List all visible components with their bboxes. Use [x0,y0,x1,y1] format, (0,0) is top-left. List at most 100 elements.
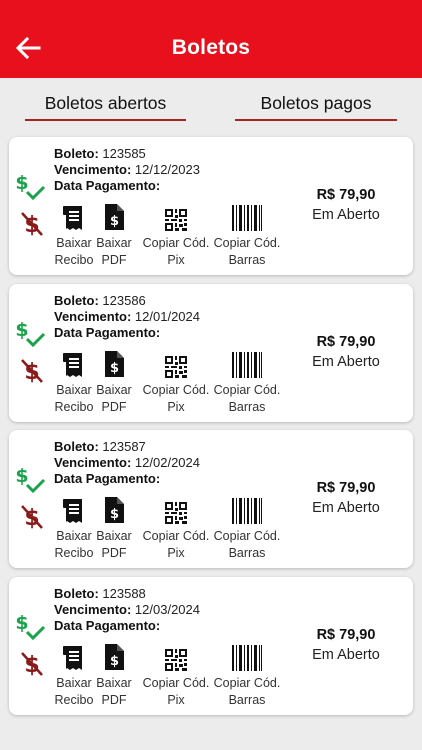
action-label-line2: Pix [167,692,185,707]
tab-boletos-abertos[interactable]: Boletos abertos [25,93,186,121]
action-label-line1: Baixar [96,383,132,397]
action-label-line2: Pix [167,399,185,414]
action-label-line1: Baixar [56,236,92,250]
baixar-pdf-button[interactable]: $ Baixar PDF [95,203,133,268]
amount: R$ 79,90 [316,187,376,203]
copiar-barras-button[interactable]: Copiar Cód. Barras [211,496,283,561]
status-text: Em Aberto [312,354,380,370]
action-label-line2: Pix [167,252,185,267]
svg-text:$: $ [16,172,29,194]
receipt-icon [51,203,97,231]
action-label-line2: PDF [101,399,127,414]
action-label-line2: Barras [228,399,266,414]
svg-text:$: $ [16,319,29,341]
svg-text:$: $ [110,507,119,522]
action-label-line1: Copiar Cód. [142,529,210,543]
copiar-pix-button[interactable]: Copiar Cód. Pix [140,203,212,268]
action-label-line2: Pix [167,545,185,560]
paid-status-icon: $ [15,319,46,349]
qr-code-icon [140,643,212,671]
svg-text:$: $ [16,465,29,487]
amount: R$ 79,90 [316,334,376,350]
copiar-barras-button[interactable]: Copiar Cód. Barras [211,643,283,708]
action-label-line2: Recibo [54,545,94,560]
action-label-line1: Baixar [56,676,92,690]
baixar-pdf-button[interactable]: $ Baixar PDF [95,496,133,561]
boleto-card: $ $ Boleto: 123587Vencimento: 12/02/2024Da… [9,430,413,568]
action-label-line1: Copiar Cód. [213,529,281,543]
action-label-line1: Baixar [56,383,92,397]
paid-status-icon: $ [15,465,46,495]
baixar-recibo-button[interactable]: Baixar Recibo [51,496,97,561]
action-label-line2: Recibo [54,692,94,707]
payment-date: Data Pagamento: [54,178,161,193]
page-title: Boletos [171,36,251,59]
status-text: Em Aberto [312,647,380,663]
unpaid-status-icon: $ [19,357,45,385]
action-label-line1: Baixar [96,236,132,250]
due-date: Vencimento: 12/03/2024 [54,602,200,617]
pdf-dollar-icon: $ [95,496,133,524]
action-label-line2: Recibo [54,252,94,267]
unpaid-status-icon: $ [19,650,45,678]
due-date: Vencimento: 12/12/2023 [54,162,200,177]
action-label-line1: Copiar Cód. [213,236,281,250]
boleto-number: Boleto: 123586 [54,293,146,308]
due-date: Vencimento: 12/01/2024 [54,309,200,324]
boleto-value: R$ 79,90 Em Aberto [291,627,401,663]
qr-code-icon [140,496,212,524]
action-label-line2: Barras [228,692,266,707]
action-label-line2: PDF [101,545,127,560]
svg-text:$: $ [110,214,119,229]
action-label-line2: Barras [228,252,266,267]
action-label-line1: Baixar [56,529,92,543]
copiar-pix-button[interactable]: Copiar Cód. Pix [140,643,212,708]
pdf-dollar-icon: $ [95,350,133,378]
copiar-barras-button[interactable]: Copiar Cód. Barras [211,350,283,415]
boleto-value: R$ 79,90 Em Aberto [291,187,401,223]
baixar-recibo-button[interactable]: Baixar Recibo [51,350,97,415]
pdf-dollar-icon: $ [95,643,133,671]
action-label-line1: Baixar [96,529,132,543]
action-label-line1: Copiar Cód. [142,383,210,397]
boleto-number: Boleto: 123587 [54,439,146,454]
svg-text:$: $ [110,654,119,669]
baixar-recibo-button[interactable]: Baixar Recibo [51,643,97,708]
barcode-icon [211,496,283,524]
baixar-pdf-button[interactable]: $ Baixar PDF [95,350,133,415]
copiar-barras-button[interactable]: Copiar Cód. Barras [211,203,283,268]
action-label-line2: PDF [101,692,127,707]
receipt-icon [51,643,97,671]
action-label-line1: Copiar Cód. [142,676,210,690]
action-label-line2: Recibo [54,399,94,414]
svg-text:$: $ [16,612,29,634]
action-label-line2: Barras [228,545,266,560]
tab-boletos-pagos[interactable]: Boletos pagos [235,93,397,121]
boleto-value: R$ 79,90 Em Aberto [291,334,401,370]
boleto-card: $ $ Boleto: 123585Vencimento: 12/12/2023Da… [9,137,413,275]
svg-text:$: $ [110,361,119,376]
qr-code-icon [140,203,212,231]
baixar-recibo-button[interactable]: Baixar Recibo [51,203,97,268]
boleto-card: $ $ Boleto: 123586Vencimento: 12/01/2024Da… [9,284,413,422]
action-label-line2: PDF [101,252,127,267]
amount: R$ 79,90 [316,480,376,496]
barcode-icon [211,643,283,671]
tab-label: Boletos pagos [260,93,372,113]
barcode-icon [211,350,283,378]
app-header: Boletos [0,0,422,78]
baixar-pdf-button[interactable]: $ Baixar PDF [95,643,133,708]
tab-underline [25,119,186,121]
tab-label: Boletos abertos [44,93,167,113]
paid-status-icon: $ [15,172,46,202]
copiar-pix-button[interactable]: Copiar Cód. Pix [140,350,212,415]
pdf-dollar-icon: $ [95,203,133,231]
copiar-pix-button[interactable]: Copiar Cód. Pix [140,496,212,561]
amount: R$ 79,90 [316,627,376,643]
boleto-number: Boleto: 123588 [54,586,146,601]
boleto-value: R$ 79,90 Em Aberto [291,480,401,516]
boleto-number: Boleto: 123585 [54,146,146,161]
action-label-line1: Baixar [96,676,132,690]
status-text: Em Aberto [312,500,380,516]
payment-date: Data Pagamento: [54,618,161,633]
